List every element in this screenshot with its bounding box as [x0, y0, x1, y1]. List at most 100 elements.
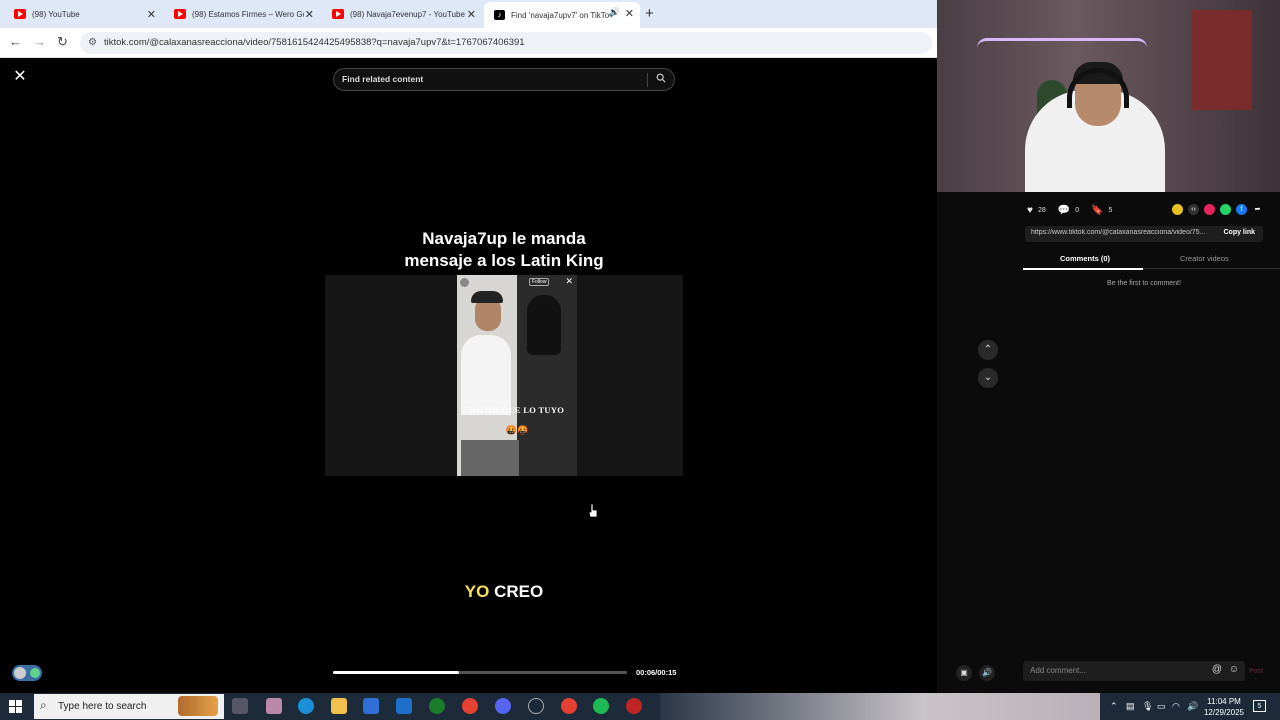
mention-icon[interactable]: @	[1212, 664, 1222, 675]
next-video-button[interactable]: ⌄	[978, 368, 998, 388]
tray-arrow-icon[interactable]: ⌃	[1110, 701, 1118, 712]
tab-navaja7evenup7[interactable]: (98) Navaja7evenup7 - YouTube ✕	[322, 3, 482, 25]
comment-placeholder: Add comment...	[1030, 666, 1087, 675]
file-explorer-icon[interactable]	[331, 698, 347, 714]
search-icon[interactable]	[656, 73, 666, 83]
subtitle-highlight: YO	[464, 582, 490, 601]
obs-icon[interactable]	[626, 698, 642, 714]
edge-icon[interactable]	[298, 698, 314, 714]
picture-in-picture-icon[interactable]: ▣	[956, 665, 972, 681]
bookmark-icon[interactable]: 🔖	[1091, 205, 1103, 216]
empty-comments-text: Be the first to comment!	[1107, 280, 1181, 287]
url-text: tiktok.com/@calaxanasreacciona/video/758…	[104, 37, 525, 48]
address-bar-row: ← → ↻ ⚙ tiktok.com/@calaxanasreacciona/v…	[0, 28, 937, 58]
search-placeholder: Find related content	[342, 74, 424, 84]
notifications-icon[interactable]: 5	[1253, 700, 1266, 712]
like-stat[interactable]: ♥ 28	[1027, 205, 1046, 216]
send-icon[interactable]	[1204, 204, 1215, 215]
tab-estamos-firmes[interactable]: (98) Estamos Firmes – Wero Go ✕	[164, 3, 320, 25]
url-field[interactable]: ⚙ tiktok.com/@calaxanasreacciona/video/7…	[80, 32, 932, 54]
site-info-icon[interactable]: ⚙	[88, 32, 97, 54]
subtitle-text: CREO	[494, 582, 544, 601]
coin-icon[interactable]	[1172, 204, 1183, 215]
tab-creator-videos[interactable]: Creator videos	[1180, 254, 1229, 263]
taskbar-search-placeholder: Type here to search	[58, 701, 147, 712]
copy-link-button[interactable]: Copy link	[1223, 229, 1255, 236]
save-stat[interactable]: 🔖 5	[1091, 205, 1112, 216]
related-search-bar[interactable]: Find related content	[333, 68, 675, 91]
close-tab-icon[interactable]: ✕	[467, 8, 476, 21]
follow-button[interactable]: Follow	[529, 278, 550, 286]
person-cap	[471, 291, 503, 303]
post-button[interactable]: Post	[1249, 668, 1263, 675]
emoji-icon[interactable]: ☺	[1229, 664, 1239, 675]
browser-tab-bar: (98) YouTube ✕ (98) Estamos Firmes – Wer…	[0, 0, 937, 28]
search-highlight-art	[178, 696, 218, 716]
youtube-icon	[332, 9, 344, 19]
close-tab-icon[interactable]: ✕	[305, 8, 314, 21]
video-subtitle: YO CREO	[325, 582, 683, 602]
embedded-clip: Follow ✕ NO NIEGUE LO TUYO 🤬🤬	[325, 275, 683, 476]
heart-icon[interactable]: ♥	[1027, 205, 1033, 216]
xbox-icon[interactable]	[429, 698, 445, 714]
speaker-icon[interactable]: 🔊	[609, 7, 620, 18]
taskbar: ⌕ Type here to search ⌃ ▤ 🎙 ▭ ◠ 🔊 11:04 …	[0, 693, 1280, 720]
person-shirt	[461, 335, 511, 415]
steam-icon[interactable]	[528, 698, 544, 714]
microphone-icon[interactable]: 🎙	[1142, 701, 1153, 712]
copilot-icon[interactable]	[266, 698, 282, 714]
title-line-1: Navaja7up le manda	[422, 229, 586, 248]
comment-input[interactable]: Add comment... @ ☺	[1023, 661, 1245, 681]
tab-comments[interactable]: Comments (0)	[1060, 254, 1110, 263]
hand-cursor-icon	[588, 503, 598, 518]
network-icon[interactable]: ▤	[1126, 701, 1135, 712]
volume-icon[interactable]: 🔊	[979, 665, 995, 681]
store-icon[interactable]	[363, 698, 379, 714]
reload-icon[interactable]: ↻	[57, 34, 68, 50]
tab-youtube[interactable]: (98) YouTube ✕	[4, 3, 162, 25]
bench	[461, 440, 519, 476]
chrome-icon[interactable]	[462, 698, 478, 714]
clip-caption: NO NIEGUE LO TUYO	[469, 405, 565, 415]
video-player[interactable]: Navaja7up le manda mensaje a los Latin K…	[325, 93, 683, 693]
engagement-stats: ♥ 28 💬 0 🔖 5	[1027, 203, 1124, 217]
progress-bar[interactable]	[333, 671, 627, 674]
active-tab-indicator	[1023, 268, 1143, 270]
close-icon[interactable]: ✕	[565, 276, 573, 287]
close-tab-icon[interactable]: ✕	[625, 7, 634, 20]
clock[interactable]: 11:04 PM 12/29/2025	[1200, 696, 1248, 718]
comment-icon[interactable]: 💬	[1058, 205, 1070, 216]
speaker-icon[interactable]: 🔊	[1187, 701, 1198, 712]
wifi-icon[interactable]: ◠	[1172, 701, 1180, 712]
video-link: https://www.tiktok.com/@calaxanasreaccio…	[1031, 229, 1206, 236]
spotify-icon[interactable]	[593, 698, 609, 714]
chrome-profile-icon[interactable]	[561, 698, 577, 714]
back-arrow-icon[interactable]: ←	[9, 34, 22, 49]
title-line-2: mensaje a los Latin King	[404, 251, 604, 270]
copy-link-row: https://www.tiktok.com/@calaxanasreaccio…	[1025, 226, 1263, 242]
display-icon[interactable]: ▭	[1157, 701, 1166, 712]
tab-tiktok-search[interactable]: ♪ Find 'navaja7upv7' on TikTok 🔊 ✕	[484, 2, 640, 28]
webcam-overlay	[937, 0, 1280, 192]
previous-video-button[interactable]: ⌃	[978, 340, 998, 360]
playback-time: 00:06/00:15	[636, 668, 677, 677]
close-tab-icon[interactable]: ✕	[147, 8, 156, 21]
outlook-icon[interactable]	[396, 698, 412, 714]
forward-arrow-icon[interactable]: →	[33, 34, 46, 49]
whatsapp-icon[interactable]	[1220, 204, 1231, 215]
youtube-icon	[174, 9, 186, 19]
new-tab-button[interactable]: +	[645, 5, 654, 22]
embed-icon[interactable]: ‹›	[1188, 204, 1199, 215]
discord-icon[interactable]	[495, 698, 511, 714]
tab-label: (98) YouTube	[32, 9, 80, 19]
share-arrow-icon[interactable]: ➦	[1252, 204, 1263, 215]
taskbar-search[interactable]: ⌕ Type here to search	[34, 694, 224, 719]
comment-stat[interactable]: 💬 0	[1058, 205, 1079, 216]
extension-toggle[interactable]	[12, 665, 42, 681]
comment-count: 0	[1075, 206, 1080, 214]
close-icon[interactable]: ✕	[10, 67, 30, 87]
facebook-icon[interactable]: f	[1236, 204, 1247, 215]
search-icon: ⌕	[40, 698, 47, 712]
windows-start-icon[interactable]	[9, 700, 22, 713]
task-view-icon[interactable]	[232, 698, 248, 714]
